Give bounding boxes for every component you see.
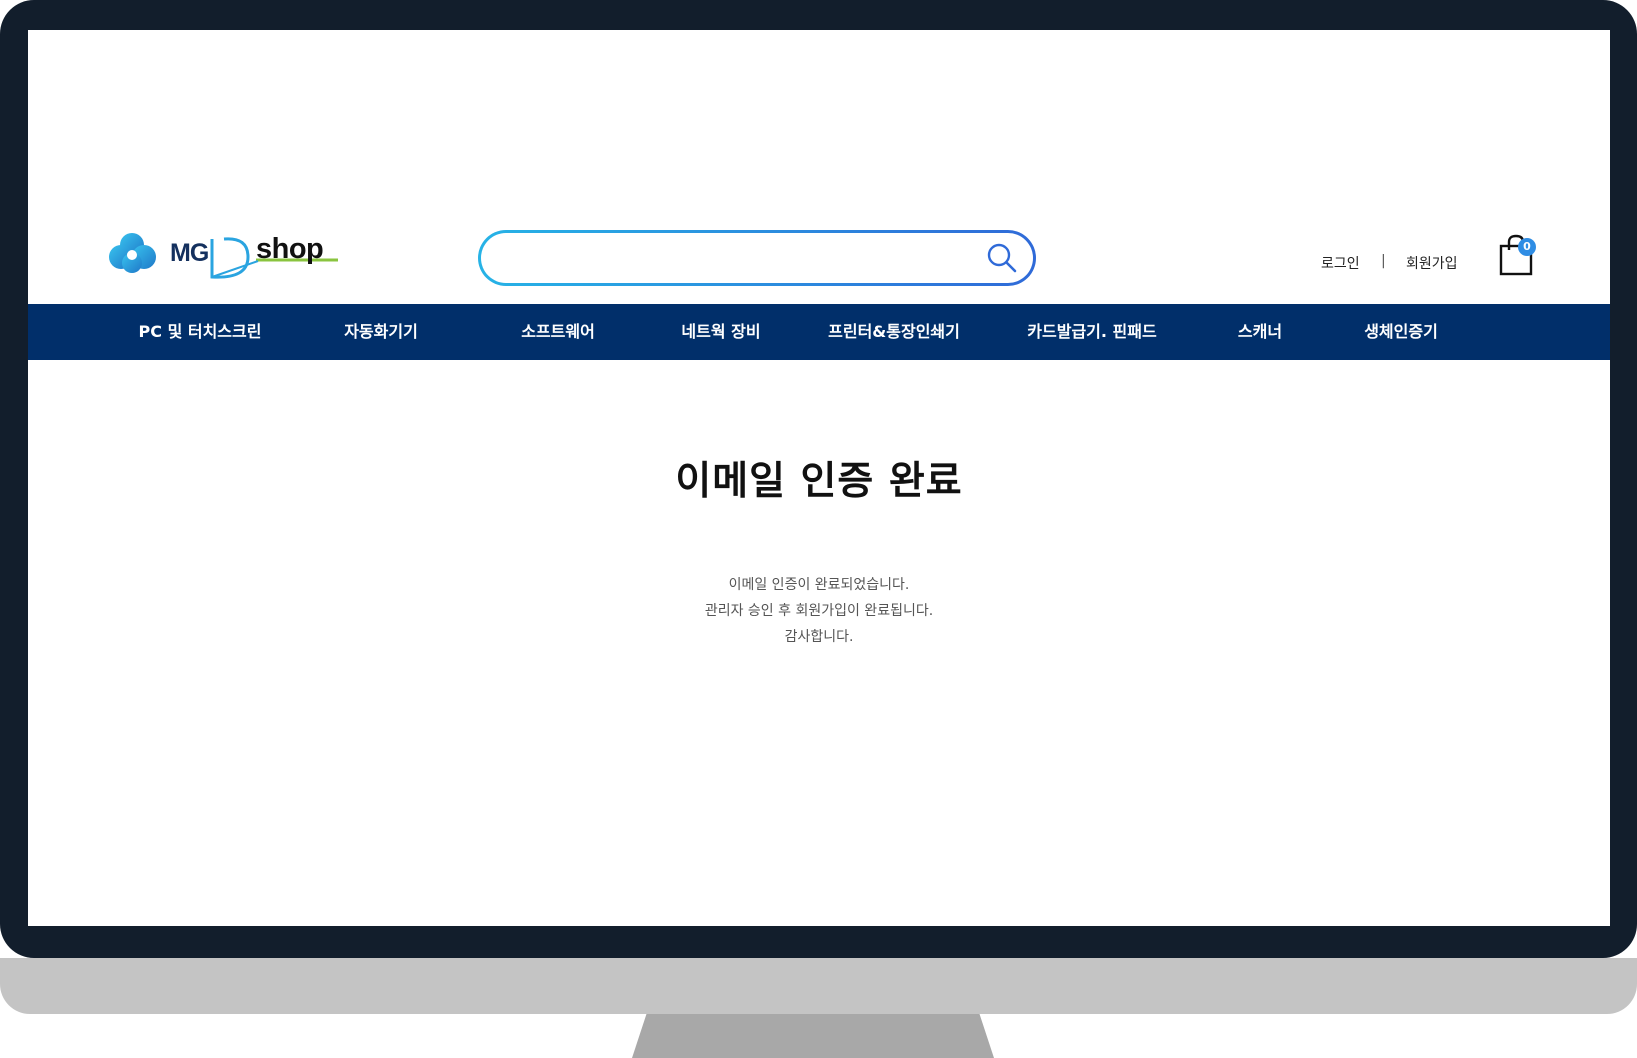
nav-item-printer[interactable]: 프린터&통장인쇄기 — [828, 304, 960, 360]
search-input[interactable] — [503, 241, 967, 275]
search-bar — [478, 230, 1036, 286]
signup-link[interactable]: 회원가입 — [1406, 253, 1458, 273]
nav-item-scanner[interactable]: 스캐너 — [1238, 304, 1282, 360]
nav-item-network[interactable]: 네트웍 장비 — [681, 304, 760, 360]
login-link[interactable]: 로그인 — [1321, 253, 1360, 273]
nav-item-pc-touchscreen[interactable]: PC 및 터치스크린 — [139, 304, 262, 360]
nav-item-software[interactable]: 소프트웨어 — [521, 304, 595, 360]
cart-button[interactable]: 0 — [1498, 234, 1542, 278]
search-icon — [987, 243, 1017, 273]
logo-text-shop: shop — [256, 233, 324, 265]
logo-text-mg: MG — [170, 239, 209, 267]
search-bar-inner — [481, 233, 1033, 283]
page-title: 이메일 인증 완료 — [675, 459, 963, 504]
nav-item-automation[interactable]: 자동화기기 — [344, 304, 418, 360]
site-logo[interactable]: MG shop — [108, 227, 338, 285]
message-line: 감사합니다. — [784, 629, 854, 645]
cart-count-badge: 0 — [1518, 238, 1536, 256]
message-line: 관리자 승인 후 회원가입이 완료됩니다. — [704, 603, 934, 619]
utility-separator: | — [1381, 253, 1386, 269]
message-line: 이메일 인증이 완료되었습니다. — [728, 577, 910, 593]
nav-item-card-issuer[interactable]: 카드발급기. 핀패드 — [1027, 304, 1156, 360]
monitor-chin — [0, 958, 1637, 1014]
search-button[interactable] — [985, 241, 1019, 275]
nav-item-biometric[interactable]: 생체인증기 — [1364, 304, 1438, 360]
monitor-stand — [632, 1014, 994, 1058]
monitor-bezel: MG shop 로그인 | 회원가입 0 PC 및 터치스크린 자동화기기 소프… — [0, 0, 1637, 958]
main-navigation: PC 및 터치스크린 자동화기기 소프트웨어 네트웍 장비 프린터&통장인쇄기 … — [28, 304, 1610, 360]
browser-viewport: MG shop 로그인 | 회원가입 0 PC 및 터치스크린 자동화기기 소프… — [28, 30, 1610, 926]
